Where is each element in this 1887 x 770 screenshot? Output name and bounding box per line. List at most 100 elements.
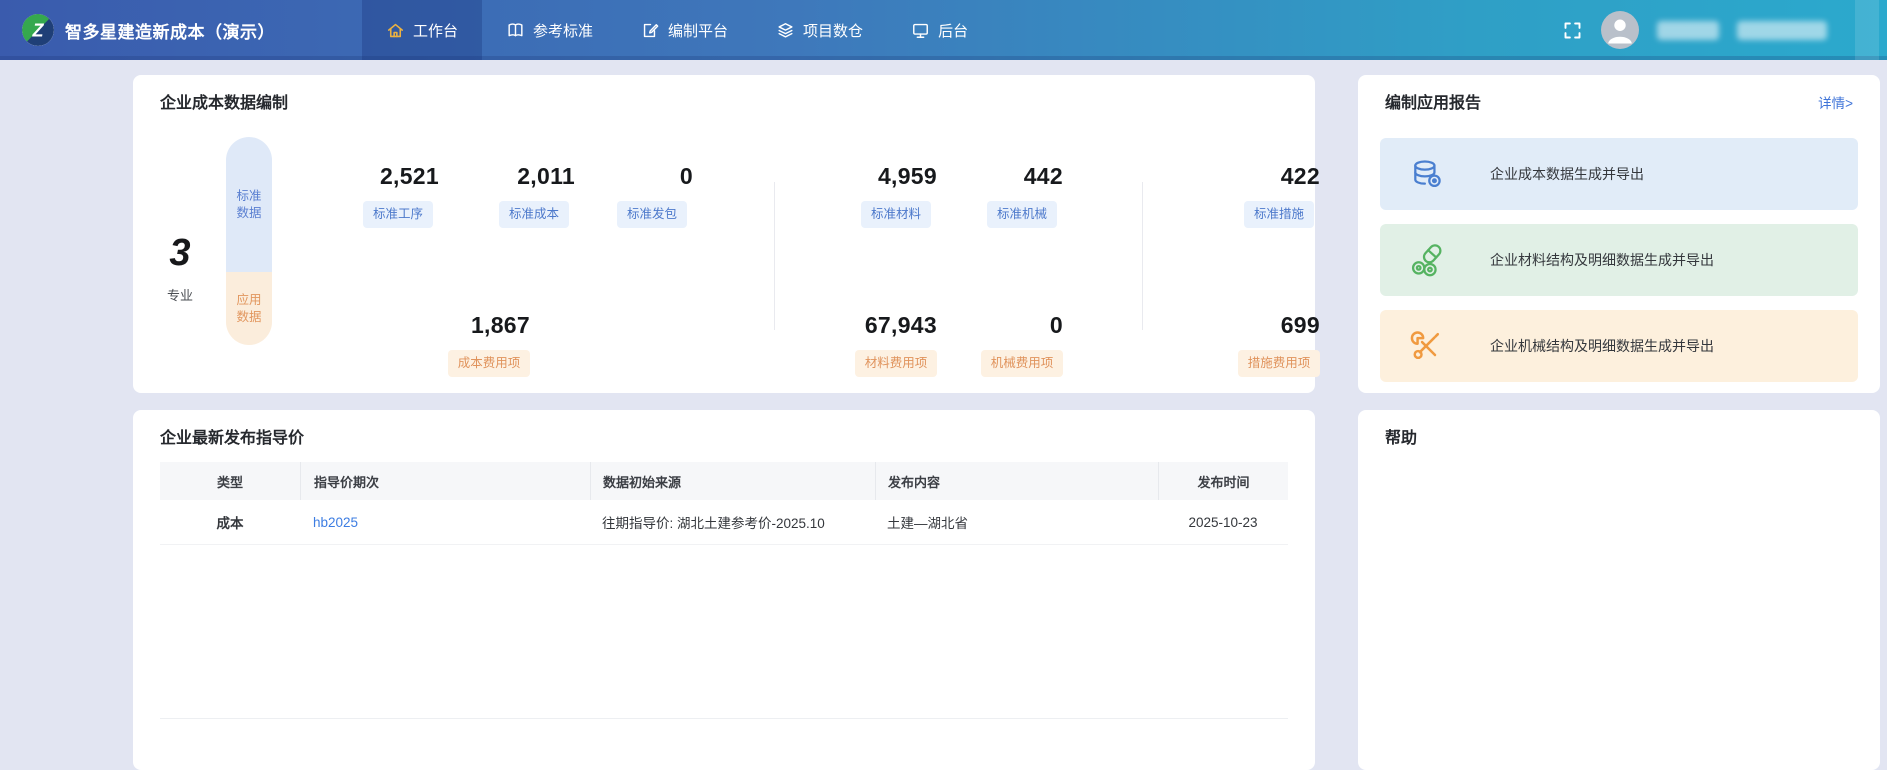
tab-applied-data[interactable]: 应用数据 xyxy=(226,272,272,345)
report-item-machinery-export[interactable]: 企业机械结构及明细数据生成并导出 xyxy=(1380,310,1858,382)
stat-standard-process: 2,521 标准工序 xyxy=(343,163,453,228)
stat-value: 699 xyxy=(1224,312,1334,338)
guide-price-card-title: 企业最新发布指导价 xyxy=(160,424,304,448)
app-logo-icon: Z xyxy=(22,14,54,46)
nav-item-label: 编制平台 xyxy=(668,20,728,41)
stat-standard-contract: 0 标准发包 xyxy=(597,163,707,228)
period-link[interactable]: hb2025 xyxy=(313,515,358,530)
stat-value: 4,959 xyxy=(841,163,951,189)
user-avatar[interactable] xyxy=(1601,11,1639,49)
profession-count-block: 3 专业 xyxy=(140,233,220,304)
report-item-label: 企业材料结构及明细数据生成并导出 xyxy=(1490,250,1714,270)
stat-label-chip: 措施费用项 xyxy=(1238,350,1321,377)
stat-machine-items: 0 机械费用项 xyxy=(967,312,1077,377)
user-name-redacted[interactable] xyxy=(1657,21,1719,40)
stat-measure-items: 699 措施费用项 xyxy=(1224,312,1334,377)
stat-label-chip: 标准机械 xyxy=(987,201,1057,228)
nav-item-backend[interactable]: 后台 xyxy=(887,0,992,60)
book-icon xyxy=(506,21,525,40)
help-card-title: 帮助 xyxy=(1385,424,1417,448)
cell-type: 成本 xyxy=(160,512,300,532)
stat-value: 1,867 xyxy=(434,312,544,338)
report-item-cost-export[interactable]: 企业成本数据生成并导出 xyxy=(1380,138,1858,210)
report-item-label: 企业成本数据生成并导出 xyxy=(1490,164,1644,184)
stat-standard-cost: 2,011 标准成本 xyxy=(479,163,589,228)
nav-item-label: 参考标准 xyxy=(533,20,593,41)
tab-standard-data[interactable]: 标准数据 xyxy=(226,137,272,272)
stat-label-chip: 标准成本 xyxy=(499,201,569,228)
report-card-title: 编制应用报告 xyxy=(1385,89,1481,113)
nav-item-project-warehouse[interactable]: 项目数仓 xyxy=(752,0,887,60)
profession-label: 专业 xyxy=(140,285,220,304)
col-header-source: 数据初始来源 xyxy=(590,462,875,500)
layers-icon xyxy=(776,21,795,40)
nav-item-label: 工作台 xyxy=(413,20,458,41)
profession-count: 3 xyxy=(140,233,220,273)
nav-item-reference-standard[interactable]: 参考标准 xyxy=(482,0,617,60)
svg-text:Z: Z xyxy=(32,21,45,41)
stat-value: 67,943 xyxy=(841,312,951,338)
machinery-tools-icon xyxy=(1408,328,1444,364)
stat-standard-material: 4,959 标准材料 xyxy=(841,163,951,228)
cell-publish-time: 2025-10-23 xyxy=(1158,515,1288,530)
stat-group-divider xyxy=(1142,182,1143,330)
cost-data-card: 企业成本数据编制 3 专业 标准数据 应用数据 2,521 标准工序 2,011… xyxy=(133,75,1315,393)
col-header-content: 发布内容 xyxy=(875,462,1158,500)
brand: Z 智多星建造新成本（演示） xyxy=(22,14,275,46)
report-card: 编制应用报告 详情> 企业成本数据生成并导出 xyxy=(1358,75,1880,393)
nav-item-label: 后台 xyxy=(938,20,968,41)
cell-source: 往期指导价: 湖北土建参考价-2025.10 xyxy=(590,512,875,532)
table-empty-area xyxy=(160,545,1288,719)
stat-value: 0 xyxy=(597,163,707,189)
stat-label-chip: 标准工序 xyxy=(363,201,433,228)
report-item-label: 企业机械结构及明细数据生成并导出 xyxy=(1490,336,1714,356)
col-header-type: 类型 xyxy=(160,462,300,500)
cell-content: 土建—湖北省 xyxy=(875,512,1158,532)
stat-label-chip: 标准材料 xyxy=(861,201,931,228)
stat-value: 2,521 xyxy=(343,163,453,189)
stat-label-chip: 标准措施 xyxy=(1244,201,1314,228)
cost-card-title: 企业成本数据编制 xyxy=(160,89,288,113)
home-icon xyxy=(386,21,405,40)
main-nav: 工作台 参考标准 编制平台 xyxy=(362,0,992,60)
database-export-icon xyxy=(1408,156,1444,192)
stat-group-divider xyxy=(774,182,775,330)
tab-applied-label: 应用数据 xyxy=(236,292,262,326)
nav-item-label: 项目数仓 xyxy=(803,20,863,41)
table-row: 成本 hb2025 往期指导价: 湖北土建参考价-2025.10 土建—湖北省 … xyxy=(160,500,1288,545)
guide-price-card: 企业最新发布指导价 类型 指导价期次 数据初始来源 发布内容 发布时间 成本 h… xyxy=(133,410,1315,770)
stat-label-chip: 成本费用项 xyxy=(448,350,531,377)
data-type-tabs: 标准数据 应用数据 xyxy=(226,137,272,345)
nav-item-compile-platform[interactable]: 编制平台 xyxy=(617,0,752,60)
stat-standard-machine: 442 标准机械 xyxy=(967,163,1077,228)
fullscreen-icon[interactable] xyxy=(1562,20,1583,41)
top-nav-bar: Z 智多星建造新成本（演示） 工作台 参考标准 xyxy=(0,0,1887,60)
stat-label-chip: 材料费用项 xyxy=(855,350,938,377)
tab-standard-label: 标准数据 xyxy=(236,188,262,222)
stat-value: 422 xyxy=(1224,163,1334,189)
stat-standard-measure: 422 标准措施 xyxy=(1224,163,1334,228)
table-header-row: 类型 指导价期次 数据初始来源 发布内容 发布时间 xyxy=(160,462,1288,500)
stat-value: 442 xyxy=(967,163,1077,189)
stat-label-chip: 标准发包 xyxy=(617,201,687,228)
edit-doc-icon xyxy=(641,21,660,40)
user-org-redacted[interactable] xyxy=(1737,21,1827,40)
stat-cost-items: 1,867 成本费用项 xyxy=(434,312,544,377)
material-structure-icon xyxy=(1408,242,1444,278)
topbar-right xyxy=(1562,0,1827,60)
stat-value: 2,011 xyxy=(479,163,589,189)
app-root: Z 智多星建造新成本（演示） 工作台 参考标准 xyxy=(0,0,1887,770)
col-header-publish-time: 发布时间 xyxy=(1158,462,1288,500)
report-detail-link[interactable]: 详情> xyxy=(1818,92,1853,112)
report-item-material-export[interactable]: 企业材料结构及明细数据生成并导出 xyxy=(1380,224,1858,296)
help-card: 帮助 xyxy=(1358,410,1880,770)
nav-item-workbench[interactable]: 工作台 xyxy=(362,0,482,60)
stat-value: 0 xyxy=(967,312,1077,338)
guide-price-table: 类型 指导价期次 数据初始来源 发布内容 发布时间 成本 hb2025 往期指导… xyxy=(160,462,1288,719)
app-title: 智多星建造新成本（演示） xyxy=(65,18,275,43)
scrollbar-track[interactable] xyxy=(1855,0,1879,60)
stat-material-items: 67,943 材料费用项 xyxy=(841,312,951,377)
monitor-icon xyxy=(911,21,930,40)
stat-label-chip: 机械费用项 xyxy=(981,350,1064,377)
col-header-period: 指导价期次 xyxy=(300,462,590,500)
